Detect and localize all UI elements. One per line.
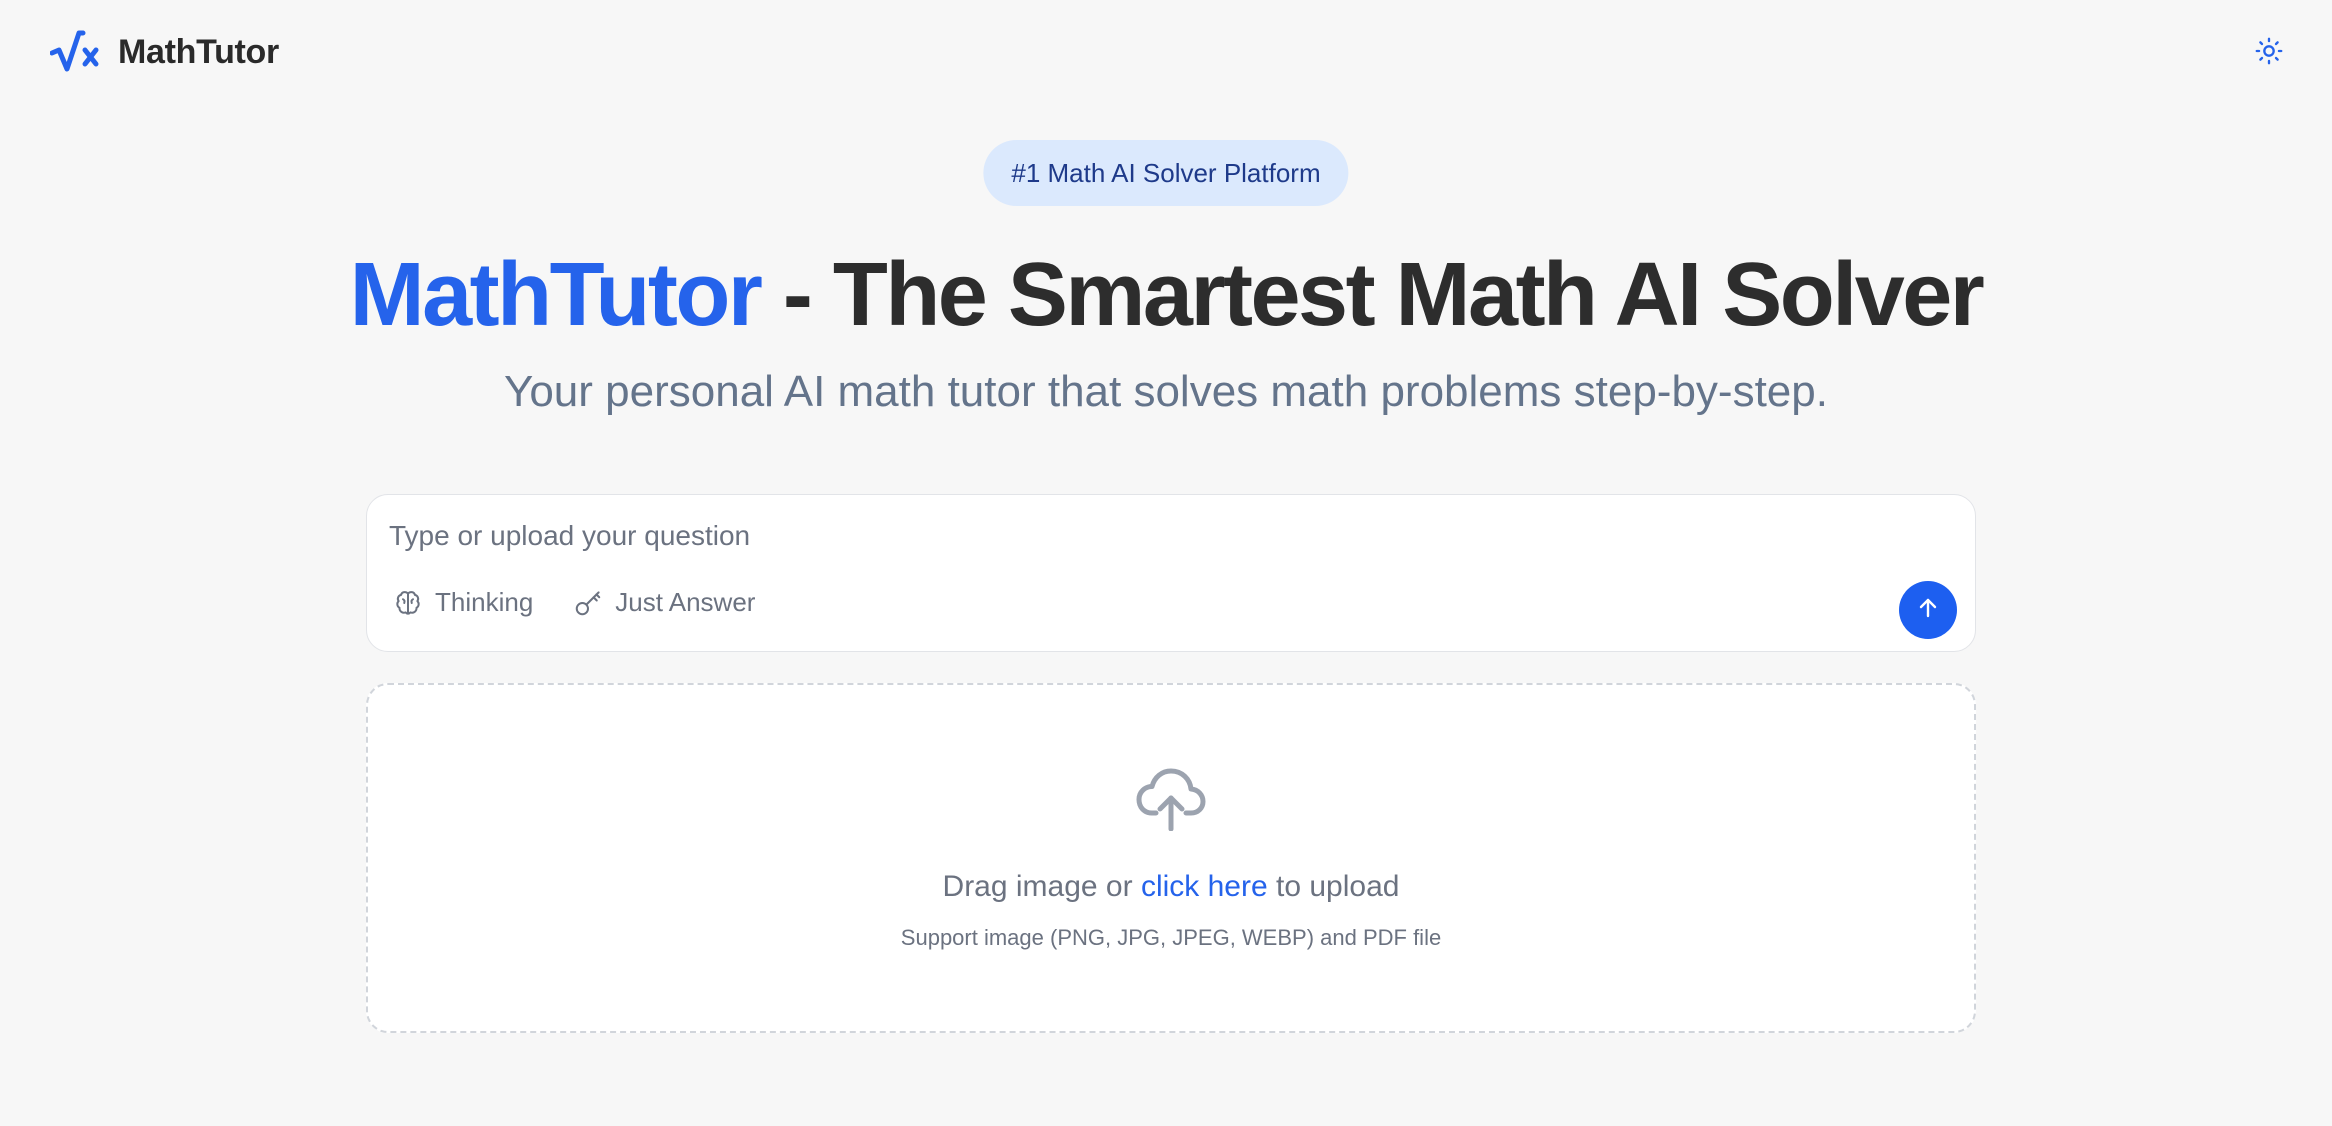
send-button[interactable]: [1899, 581, 1957, 639]
thinking-mode-label: Thinking: [435, 587, 534, 617]
just-answer-mode-label: Just Answer: [615, 587, 756, 617]
thinking-mode-button[interactable]: Thinking: [393, 587, 533, 618]
upload-text-before: Drag image or: [942, 870, 1141, 903]
supported-formats-text: Support image (PNG, JPG, JPEG, WEBP) and…: [900, 925, 1442, 950]
arrow-up-icon: [1916, 596, 1940, 625]
logo-text: MathTutor: [118, 32, 279, 71]
sun-icon: [2255, 37, 2283, 70]
upload-link[interactable]: click here: [1141, 870, 1268, 903]
upload-instruction: Drag image or click here to upload: [368, 870, 1974, 904]
mode-selector: Thinking Just Answer: [393, 587, 755, 618]
just-answer-mode-button[interactable]: Just Answer: [573, 587, 755, 618]
site-header: MathTutor: [0, 0, 2332, 106]
hero-title: MathTutor - The Smartest Math AI Solver: [0, 240, 2332, 350]
theme-toggle-button[interactable]: [2252, 36, 2286, 70]
upload-dropzone[interactable]: Drag image or click here to upload Suppo…: [366, 683, 1976, 1033]
upload-text-after: to upload: [1267, 870, 1400, 903]
hero-title-rest: - The Smartest Math AI Solver: [760, 245, 1985, 345]
square-root-x-icon: [50, 30, 100, 74]
question-input[interactable]: [387, 511, 1947, 561]
key-icon: [573, 588, 603, 618]
logo-link[interactable]: MathTutor: [50, 30, 279, 74]
hero-title-brand: MathTutor: [349, 245, 763, 345]
platform-badge: #1 Math AI Solver Platform: [983, 140, 1349, 206]
cloud-upload-icon: [1136, 767, 1206, 836]
question-box: Thinking Just Answer: [366, 494, 1976, 652]
hero-subtitle: Your personal AI math tutor that solves …: [504, 367, 1828, 416]
brain-icon: [393, 588, 423, 618]
